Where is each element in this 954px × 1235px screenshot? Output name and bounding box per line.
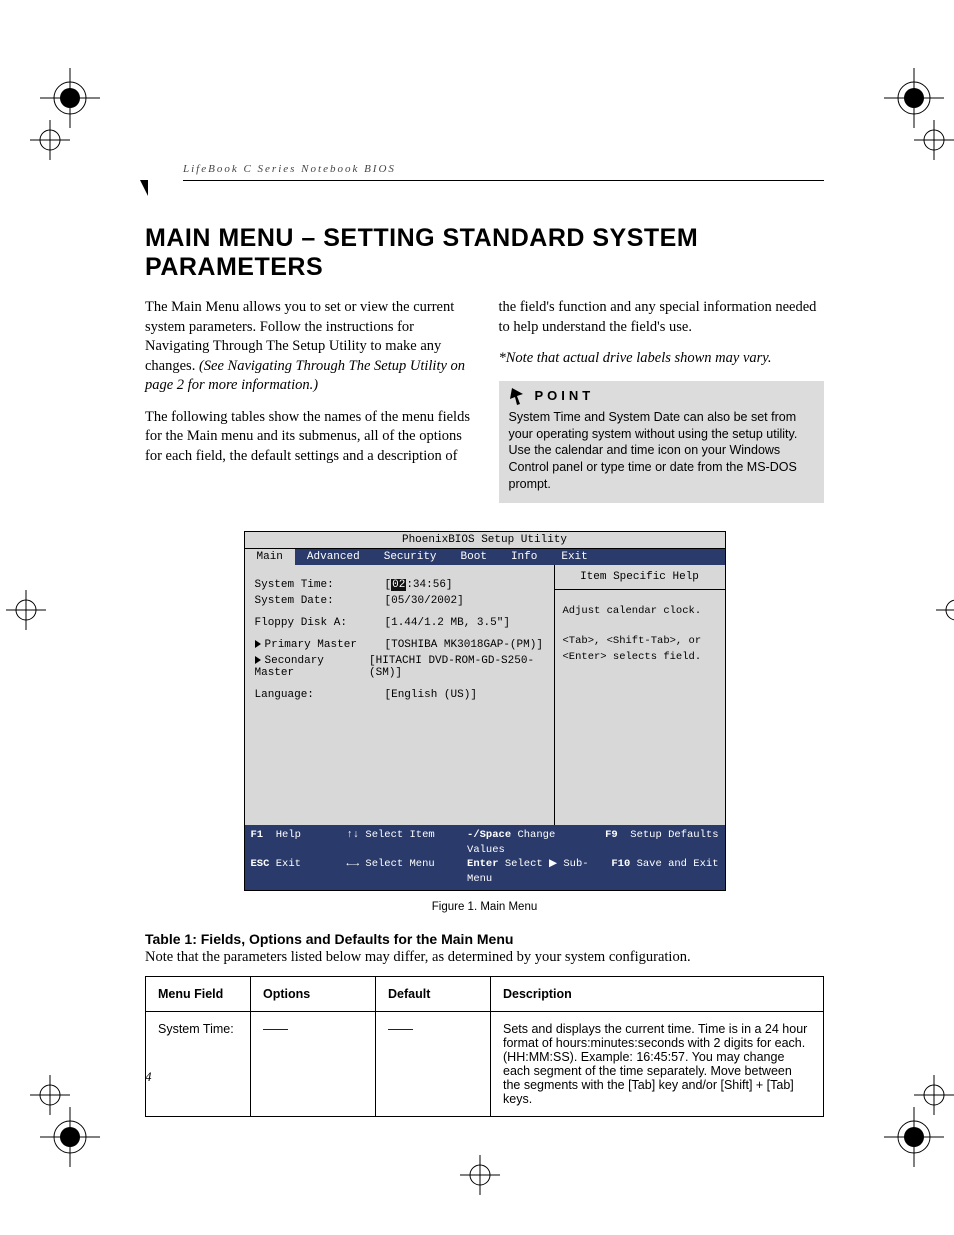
table-note: Note that the parameters listed below ma… [145, 949, 824, 966]
table-header: Options [251, 976, 376, 1011]
crosshair-icon [904, 1065, 954, 1125]
triangle-right-icon [255, 656, 261, 664]
point-icon [509, 387, 527, 405]
page: LifeBook C Series Notebook BIOS MAIN MEN… [0, 0, 954, 1235]
bios-screenshot: PhoenixBIOS Setup Utility Main Advanced … [244, 531, 726, 891]
content-area: MAIN MENU – SETTING STANDARD SYSTEM PARA… [145, 210, 824, 1117]
header-rule [183, 180, 824, 181]
body-note: *Note that actual drive labels shown may… [499, 349, 825, 369]
bios-field-value: [TOSHIBA MK3018GAP-(PM)] [385, 639, 543, 651]
bios-key-label: Save and Exit [637, 858, 719, 870]
point-heading: POINT [509, 387, 815, 405]
point-heading-text: POINT [535, 387, 595, 405]
bios-fields: System Time: [02:34:56] System Date: [05… [245, 565, 555, 825]
bios-menu-main[interactable]: Main [245, 549, 295, 565]
crosshair-icon [20, 110, 80, 170]
table-cell: —— [251, 1011, 376, 1116]
column-left: The Main Menu allows you to set or view … [145, 298, 471, 503]
bios-menu-boot[interactable]: Boot [449, 549, 499, 565]
crosshair-icon [20, 1065, 80, 1125]
bios-field-label: System Time: [255, 579, 385, 591]
crosshair-icon [450, 1145, 510, 1205]
bios-field-label: Floppy Disk A: [255, 617, 385, 629]
bios-menu-security[interactable]: Security [372, 549, 449, 565]
page-number: 4 [145, 1069, 152, 1085]
table-row: System Time: —— —— Sets and displays the… [146, 1011, 824, 1116]
body-text: The following tables show the names of t… [145, 408, 471, 467]
bios-menu-advanced[interactable]: Advanced [295, 549, 372, 565]
bios-field-value[interactable]: [English (US)] [385, 689, 477, 701]
body-text: the field's function and any special inf… [499, 298, 825, 337]
bios-help-body: Adjust calendar clock. <Tab>, <Shift-Tab… [555, 590, 725, 679]
crosshair-icon [904, 110, 954, 170]
bios-menubar: Main Advanced Security Boot Info Exit [245, 549, 725, 565]
table-cell: —— [376, 1011, 491, 1116]
bios-time-rest: :34:56] [406, 579, 452, 591]
bios-help-line: <Tab>, <Shift-Tab>, or <Enter> selects f… [563, 634, 717, 666]
figure-caption: Figure 1. Main Menu [145, 901, 824, 913]
bios-field-label[interactable]: Secondary Master [255, 655, 370, 679]
page-title: MAIN MENU – SETTING STANDARD SYSTEM PARA… [145, 224, 824, 282]
table-cell: System Time: [146, 1011, 251, 1116]
bios-help-line: Adjust calendar clock. [563, 604, 717, 620]
bios-key-label: Setup Defaults [630, 829, 718, 841]
bios-field-value[interactable]: [05/30/2002] [385, 595, 464, 607]
bios-help-pane: Item Specific Help Adjust calendar clock… [555, 565, 725, 825]
triangle-right-icon [255, 640, 261, 648]
bios-key: -/Space [467, 829, 511, 841]
bios-field-label[interactable]: Primary Master [255, 639, 385, 651]
bios-primary-label: Primary Master [265, 639, 357, 651]
crosshair-icon [0, 580, 56, 640]
table-header-row: Menu Field Options Default Description [146, 976, 824, 1011]
bios-help-heading: Item Specific Help [555, 565, 725, 590]
bios-key-label: ←→ Select Menu [347, 857, 462, 886]
bios-secondary-label: Secondary Master [255, 655, 324, 679]
bios-time-hh-selected[interactable]: 02 [391, 579, 406, 591]
options-table: Menu Field Options Default Description S… [145, 976, 824, 1117]
bios-field-value: [HITACHI DVD-ROM-GD-S250-(SM)] [369, 655, 543, 679]
bios-title: PhoenixBIOS Setup Utility [245, 532, 725, 549]
bios-menu-exit[interactable]: Exit [549, 549, 599, 565]
bios-key: ESC [251, 858, 270, 870]
column-right: the field's function and any special inf… [499, 298, 825, 503]
crosshair-icon [926, 580, 954, 640]
table-header: Menu Field [146, 976, 251, 1011]
running-head: LifeBook C Series Notebook BIOS [183, 163, 396, 175]
bios-key: F10 [611, 858, 630, 870]
point-body: System Time and System Date can also be … [509, 409, 815, 493]
bios-key-label: Exit [276, 858, 301, 870]
body-columns: The Main Menu allows you to set or view … [145, 298, 824, 503]
bios-key-label: ↑↓ Select Item [347, 828, 462, 857]
bios-footer: F1 Help ↑↓ Select Item -/Space Change Va… [245, 825, 725, 890]
header-notch-icon [140, 180, 148, 196]
bios-key: Enter [467, 858, 499, 870]
bios-body: System Time: [02:34:56] System Date: [05… [245, 565, 725, 825]
table-header: Default [376, 976, 491, 1011]
bios-field-label: Language: [255, 689, 385, 701]
table-title: Table 1: Fields, Options and Defaults fo… [145, 931, 824, 947]
bios-field-value[interactable]: [02:34:56] [385, 579, 453, 591]
bios-key: F9 [605, 829, 618, 841]
bios-key: F1 [251, 829, 264, 841]
table-cell: Sets and displays the current time. Time… [491, 1011, 824, 1116]
bios-field-label: System Date: [255, 595, 385, 607]
point-callout: POINT System Time and System Date can al… [499, 381, 825, 503]
bios-menu-info[interactable]: Info [499, 549, 549, 565]
table-header: Description [491, 976, 824, 1011]
bios-key-label: Help [276, 829, 301, 841]
bios-field-value[interactable]: [1.44/1.2 MB, 3.5"] [385, 617, 510, 629]
